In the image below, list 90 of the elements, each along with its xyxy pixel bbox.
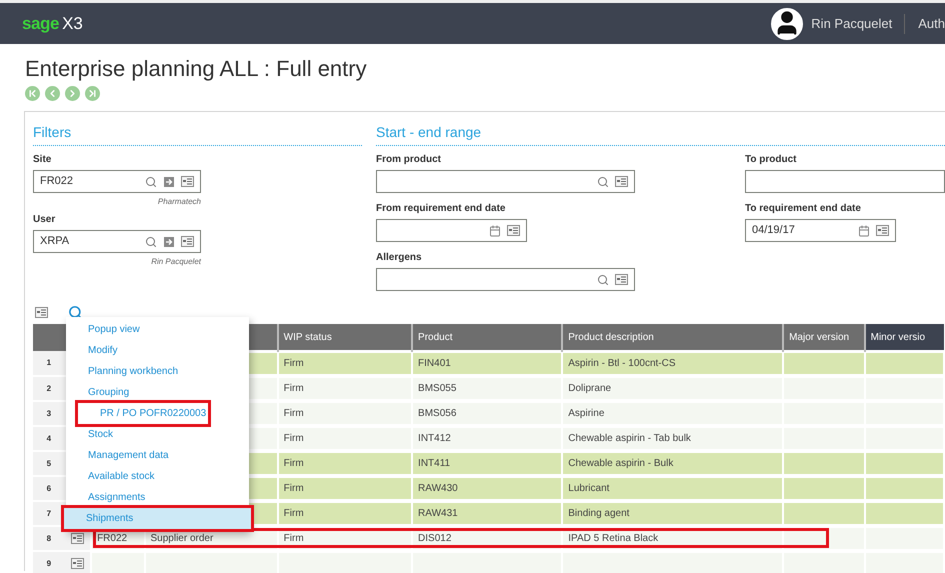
input-field[interactable] bbox=[376, 170, 635, 193]
row-number: 6 bbox=[33, 476, 65, 501]
logo-brand: sage bbox=[22, 12, 60, 35]
menu-item[interactable]: Available stock bbox=[66, 466, 249, 487]
menu-item[interactable]: Grouping bbox=[66, 382, 249, 403]
input-field[interactable]: XRPA bbox=[33, 230, 201, 253]
table-cell: Firm bbox=[278, 403, 412, 424]
input-field[interactable] bbox=[376, 268, 635, 291]
field-value: 04/19/17 bbox=[752, 223, 796, 238]
search-icon[interactable] bbox=[68, 305, 83, 320]
column-header[interactable]: Major version bbox=[783, 324, 865, 351]
field-value: FR022 bbox=[40, 174, 74, 190]
table-cell: FIN401 bbox=[413, 353, 562, 374]
row-number: 5 bbox=[33, 451, 65, 476]
search-icon[interactable] bbox=[145, 236, 157, 248]
table-cell: Lubricant bbox=[563, 478, 782, 499]
search-icon[interactable] bbox=[145, 176, 157, 188]
table-cell: RAW431 bbox=[413, 503, 562, 524]
jump-icon[interactable] bbox=[163, 176, 175, 188]
input-field[interactable] bbox=[745, 170, 945, 193]
detail-icon[interactable] bbox=[507, 225, 520, 236]
detail-icon[interactable] bbox=[35, 307, 48, 318]
field-caption: Rin Pacquelet bbox=[151, 256, 201, 268]
table-cell: Firm bbox=[278, 428, 412, 449]
menu-item[interactable]: PR / PO POFR0220003 bbox=[78, 403, 208, 424]
row-number: 1 bbox=[33, 351, 65, 376]
field-label: To requirement end date bbox=[745, 202, 862, 216]
field-label: Site bbox=[33, 153, 52, 167]
column-header[interactable]: Minor versio bbox=[864, 324, 944, 351]
table-cell: Chewable aspirin - Tab bulk bbox=[563, 428, 782, 449]
field-label: User bbox=[33, 213, 56, 227]
column-header[interactable]: Product bbox=[412, 324, 562, 351]
detail-icon[interactable] bbox=[70, 558, 84, 569]
calendar-icon[interactable] bbox=[858, 224, 870, 236]
logo[interactable]: sage X3 bbox=[22, 10, 83, 36]
field-value: XRPA bbox=[40, 234, 70, 250]
table-cell: Firm bbox=[278, 378, 412, 399]
table-cell: BMS055 bbox=[413, 378, 562, 399]
field-label: Allergens bbox=[376, 251, 423, 265]
table-cell: Firm bbox=[278, 478, 412, 499]
logo-product: X3 bbox=[62, 12, 83, 35]
table-cell: BMS056 bbox=[413, 403, 562, 424]
table-cell: Chewable aspirin - Bulk bbox=[563, 453, 782, 474]
menu-item[interactable]: Management data bbox=[66, 445, 249, 466]
page-title: Enterprise planning ALL : Full entry bbox=[25, 56, 368, 82]
calendar-icon[interactable] bbox=[489, 224, 501, 236]
table-cell: Firm bbox=[278, 353, 412, 374]
detail-icon[interactable] bbox=[615, 176, 628, 187]
detail-icon[interactable] bbox=[181, 236, 194, 247]
table-cell: INT412 bbox=[413, 428, 562, 449]
row-number: 8 bbox=[33, 526, 65, 551]
jump-icon[interactable] bbox=[163, 236, 175, 248]
input-field[interactable]: FR022 bbox=[33, 170, 201, 193]
section-title: Filters bbox=[33, 122, 362, 146]
field-label: From requirement end date bbox=[376, 202, 506, 216]
input-field[interactable] bbox=[376, 219, 527, 242]
field-caption: Pharmatech bbox=[158, 196, 201, 208]
menu-item[interactable]: Planning workbench bbox=[66, 361, 249, 382]
table-cell: Aspirin - Btl - 100cnt-CS bbox=[563, 353, 782, 374]
table-cell: Aspirine bbox=[563, 403, 782, 424]
menu-item[interactable]: Stock bbox=[66, 424, 249, 445]
menu-link[interactable]: Auth bbox=[918, 14, 945, 34]
table-cell: Firm bbox=[278, 453, 412, 474]
menu-item[interactable]: Shipments bbox=[64, 508, 251, 529]
field-label: From product bbox=[376, 153, 442, 167]
menu-item[interactable]: Assignments bbox=[66, 487, 249, 508]
table-cell: Firm bbox=[278, 503, 412, 524]
table-cell: Binding agent bbox=[563, 503, 782, 524]
row-number: 2 bbox=[33, 376, 65, 401]
column-header[interactable]: WIP status bbox=[278, 324, 412, 351]
row-number: 3 bbox=[33, 401, 65, 426]
column-header[interactable]: Product description bbox=[562, 324, 784, 351]
table-cell: Doliprane bbox=[563, 378, 782, 399]
detail-icon[interactable] bbox=[615, 274, 628, 285]
detail-icon[interactable] bbox=[70, 533, 84, 544]
menu-item[interactable]: Modify bbox=[66, 340, 249, 361]
field-label: To product bbox=[745, 153, 798, 167]
row-number: 4 bbox=[33, 426, 65, 451]
detail-icon[interactable] bbox=[876, 225, 889, 236]
table-cell: RAW430 bbox=[413, 478, 562, 499]
search-icon[interactable] bbox=[597, 176, 609, 188]
section-title: Start - end range bbox=[376, 122, 945, 146]
menu-item[interactable]: Popup view bbox=[66, 319, 249, 340]
input-field[interactable]: 04/19/17 bbox=[745, 219, 896, 242]
search-icon[interactable] bbox=[597, 274, 609, 286]
avatar-icon[interactable] bbox=[771, 8, 804, 40]
detail-icon[interactable] bbox=[181, 176, 194, 187]
table-cell: INT411 bbox=[413, 453, 562, 474]
row-number: 9 bbox=[33, 551, 65, 573]
user-name[interactable]: Rin Pacquelet bbox=[811, 14, 892, 34]
